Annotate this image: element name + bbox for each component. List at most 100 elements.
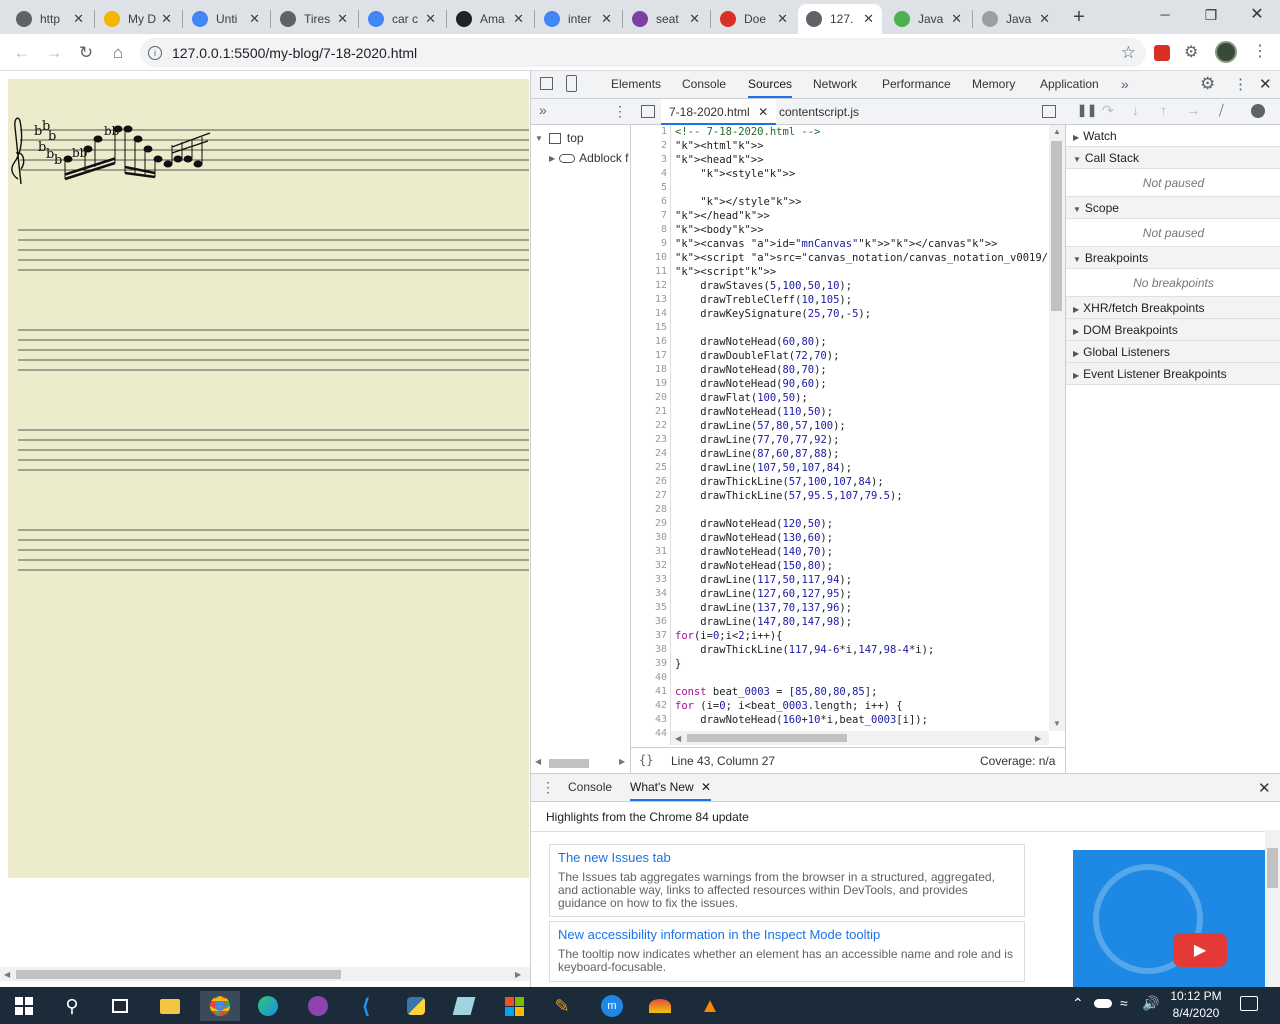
global-listeners-section[interactable]: ▶ Global Listeners <box>1066 341 1280 363</box>
code-line[interactable]: drawNoteHead(60,80); <box>675 335 1049 349</box>
dom-breakpoints-section[interactable]: ▶ DOM Breakpoints <box>1066 319 1280 341</box>
extensions-puzzle-icon[interactable]: ⚙ <box>1184 42 1198 62</box>
code-line[interactable]: ​ <box>675 671 1049 685</box>
toggle-debugger-icon[interactable] <box>1042 105 1056 118</box>
minimize-button[interactable]: ─ <box>1150 0 1180 30</box>
code-line[interactable]: drawLine(107,50,107,84); <box>675 461 1049 475</box>
browser-tab[interactable]: Unti ✕ <box>184 4 268 34</box>
deactivate-breakpoints-icon[interactable]: ⧸ <box>1219 102 1224 119</box>
devtools-tab[interactable]: Network <box>813 71 857 98</box>
breakpoints-section[interactable]: ▼ Breakpoints <box>1066 247 1280 269</box>
code-line[interactable]: drawThickLine(57,95.5,107,79.5); <box>675 489 1049 503</box>
url-text[interactable]: 127.0.0.1:5500/my-blog/7-18-2020.html <box>172 45 417 61</box>
close-tab-icon[interactable]: ✕ <box>73 11 84 27</box>
browser-tab[interactable]: http ✕ <box>8 4 92 34</box>
browser-tab[interactable]: Tires ✕ <box>272 4 356 34</box>
close-tab-icon[interactable]: ✕ <box>513 11 524 27</box>
browser-tab[interactable]: My D ✕ <box>96 4 180 34</box>
code-text[interactable]: <!-- 7-18-2020.html --> "k"><html"k">> "k"… <box>675 125 1049 745</box>
close-tab-icon[interactable]: ✕ <box>689 11 700 27</box>
line-number[interactable]: 15 <box>631 321 667 335</box>
code-line[interactable]: "k"></head"k">> <box>675 209 1049 223</box>
line-number[interactable]: 21 <box>631 405 667 419</box>
code-line[interactable]: drawLine(147,80,147,98); <box>675 615 1049 629</box>
windows-start-icon[interactable] <box>4 991 44 1021</box>
line-number[interactable]: 22 <box>631 419 667 433</box>
browser-tab[interactable]: car c ✕ <box>360 4 444 34</box>
code-line[interactable]: drawLine(87,60,87,88); <box>675 447 1049 461</box>
step-into-icon[interactable]: ↓ <box>1132 102 1139 118</box>
line-number[interactable]: 6 <box>631 195 667 209</box>
scroll-right-arrow[interactable]: ▶ <box>515 970 521 979</box>
line-number[interactable]: 27 <box>631 489 667 503</box>
toggle-navigator-icon[interactable] <box>641 105 655 118</box>
code-line[interactable]: drawLine(137,70,137,96); <box>675 601 1049 615</box>
code-line[interactable]: for (i=0; i<beat_0003.length; i++) { <box>675 699 1049 713</box>
line-number[interactable]: 18 <box>631 363 667 377</box>
line-number[interactable]: 7 <box>631 209 667 223</box>
code-line[interactable]: <!-- 7-18-2020.html --> <box>675 125 1049 139</box>
line-number[interactable]: 3 <box>631 153 667 167</box>
code-line[interactable]: drawLine(77,70,77,92); <box>675 433 1049 447</box>
expand-arrow-icon[interactable]: ▼ <box>535 134 543 143</box>
step-over-icon[interactable]: ↷ <box>1102 102 1114 119</box>
volume-icon[interactable]: 🔊 <box>1142 995 1159 1012</box>
inspect-element-icon[interactable] <box>540 77 553 90</box>
address-bar[interactable]: i 127.0.0.1:5500/my-blog/7-18-2020.html … <box>140 38 1146 67</box>
code-line[interactable]: drawNoteHead(130,60); <box>675 531 1049 545</box>
line-number[interactable]: 42 <box>631 699 667 713</box>
edge-icon[interactable] <box>248 991 288 1021</box>
task-view-icon[interactable] <box>100 991 140 1021</box>
nav-scroll-right-icon[interactable]: ▶ <box>619 757 625 766</box>
code-line[interactable]: ​ <box>675 321 1049 335</box>
code-line[interactable]: ​ <box>675 503 1049 517</box>
browser-tab[interactable]: Ama ✕ <box>448 4 532 34</box>
devtools-tab[interactable]: Elements <box>611 71 661 98</box>
line-number[interactable]: 40 <box>631 671 667 685</box>
pause-icon[interactable]: ❚❚ <box>1077 103 1097 117</box>
event-listener-breakpoints-section[interactable]: ▶ Event Listener Breakpoints <box>1066 363 1280 385</box>
extension-rw-icon[interactable] <box>1154 45 1170 61</box>
line-number[interactable]: 16 <box>631 335 667 349</box>
line-number[interactable]: 2 <box>631 139 667 153</box>
code-line[interactable]: drawThickLine(57,100,107,84); <box>675 475 1049 489</box>
line-number[interactable]: 39 <box>631 657 667 671</box>
editor-vscroll-up-icon[interactable]: ▲ <box>1053 127 1061 136</box>
call-stack-section[interactable]: ▼ Call Stack <box>1066 147 1280 169</box>
close-file-tab-icon[interactable]: ✕ <box>758 105 768 119</box>
line-number[interactable]: 8 <box>631 223 667 237</box>
code-line[interactable]: drawStaves(5,100,50,10); <box>675 279 1049 293</box>
code-line[interactable]: "k"></style"k">> <box>675 195 1049 209</box>
code-line[interactable]: drawTrebleCleff(10,105); <box>675 293 1049 307</box>
code-line[interactable]: drawNoteHead(120,50); <box>675 517 1049 531</box>
devtools-tab[interactable]: Console <box>682 71 726 98</box>
line-number[interactable]: 43 <box>631 713 667 727</box>
reload-icon[interactable]: ↻ <box>74 41 98 65</box>
code-line[interactable]: drawNoteHead(80,70); <box>675 363 1049 377</box>
notepad-icon[interactable] <box>444 991 484 1021</box>
navigator-scrollbar[interactable]: ◀ ▶ <box>535 757 627 769</box>
code-line[interactable]: drawFlat(100,50); <box>675 391 1049 405</box>
code-line[interactable]: drawKeySignature(25,70,-5); <box>675 307 1049 321</box>
browser-tab[interactable]: Java ✕ <box>886 4 970 34</box>
code-line[interactable]: drawNoteHead(90,60); <box>675 377 1049 391</box>
scope-section[interactable]: ▼ Scope <box>1066 197 1280 219</box>
navigator-menu-icon[interactable]: ⋮ <box>613 103 627 120</box>
code-line[interactable]: drawLine(57,80,57,100); <box>675 419 1049 433</box>
adblock-item[interactable]: ▶ Adblock f <box>549 151 629 165</box>
clock-time[interactable]: 10:12 PM <box>1166 989 1226 1003</box>
file-explorer-icon[interactable] <box>150 991 190 1021</box>
python-icon[interactable] <box>396 991 436 1021</box>
onedrive-icon[interactable] <box>1094 999 1112 1008</box>
code-line[interactable]: "k"><html"k">> <box>675 139 1049 153</box>
card-title[interactable]: New accessibility information in the Ins… <box>558 927 1016 942</box>
editor-hscroll-left-icon[interactable]: ◀ <box>675 734 681 743</box>
line-number[interactable]: 44 <box>631 727 667 741</box>
close-tab-icon[interactable]: ✕ <box>777 11 788 27</box>
whats-new-card[interactable]: The new Issues tab The Issues tab aggreg… <box>549 844 1025 917</box>
code-line[interactable]: drawNoteHead(110,50); <box>675 405 1049 419</box>
vscode-icon[interactable]: ⟨ <box>346 991 386 1021</box>
line-number[interactable]: 12 <box>631 279 667 293</box>
line-number[interactable]: 36 <box>631 615 667 629</box>
close-tab-icon[interactable]: ✕ <box>337 11 348 27</box>
